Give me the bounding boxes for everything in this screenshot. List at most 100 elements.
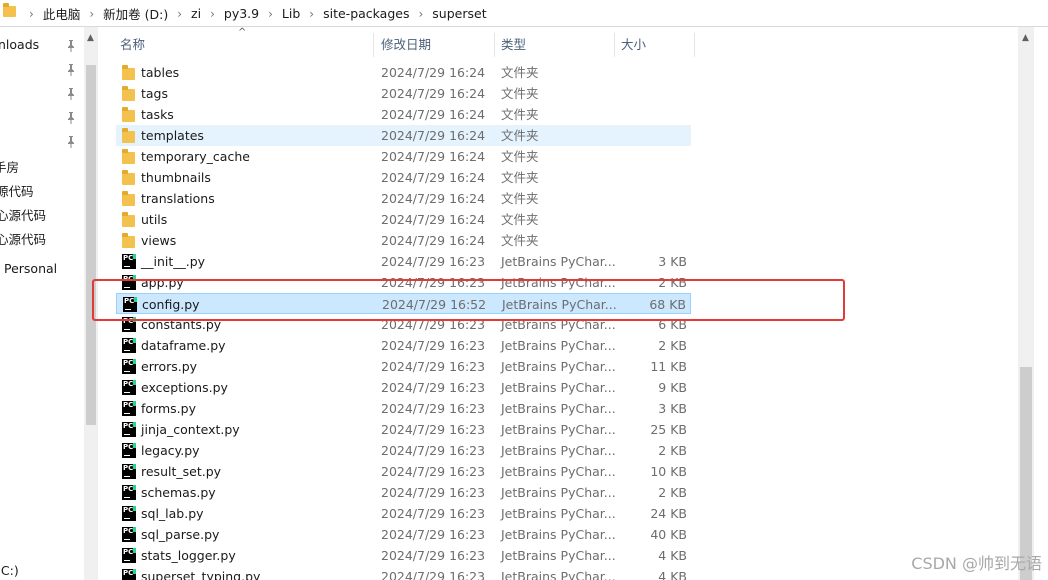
file-type: JetBrains PyChar...: [501, 254, 616, 269]
breadcrumb-item[interactable]: zi: [191, 6, 201, 21]
file-date-modified: 2024/7/29 16:23: [381, 548, 486, 563]
file-name: schemas.py: [141, 485, 216, 500]
file-row[interactable]: __init__.py 2024/7/29 16:23 JetBrains PyCh…: [116, 251, 691, 272]
file-row[interactable]: legacy.py 2024/7/29 16:23 JetBrains PyChar…: [116, 440, 691, 461]
file-row[interactable]: stats_logger.py 2024/7/29 16:23 JetBrains …: [116, 545, 691, 566]
breadcrumb-item[interactable]: Lib: [282, 6, 300, 21]
chevron-right-icon[interactable]: ›: [309, 7, 314, 21]
nav-item[interactable]: Personal: [4, 261, 57, 276]
file-size: 40 KB: [650, 527, 687, 542]
folder-row[interactable]: thumbnails 2024/7/29 16:24 文件夹: [116, 167, 691, 188]
nav-item[interactable]: 心源代码: [0, 229, 46, 248]
file-name: superset_typing.py: [141, 569, 261, 580]
file-size: 24 KB: [650, 506, 687, 521]
file-name: tags: [141, 86, 169, 101]
file-type: JetBrains PyChar...: [501, 359, 616, 374]
breadcrumb-item[interactable]: site-packages: [323, 6, 409, 21]
file-name: temporary_cache: [141, 149, 250, 164]
file-type: 文件夹: [501, 212, 539, 227]
file-name: dataframe.py: [141, 338, 226, 353]
file-row[interactable]: constants.py 2024/7/29 16:23 JetBrains PyC…: [116, 314, 691, 335]
column-divider[interactable]: [614, 33, 615, 57]
file-date-modified: 2024/7/29 16:24: [381, 107, 486, 122]
file-row[interactable]: schemas.py 2024/7/29 16:23 JetBrains PyCha…: [116, 482, 691, 503]
column-divider[interactable]: [373, 33, 374, 57]
file-date-modified: 2024/7/29 16:23: [381, 464, 486, 479]
file-row[interactable]: errors.py 2024/7/29 16:23 JetBrains PyChar…: [116, 356, 691, 377]
folder-icon: [122, 65, 135, 80]
chevron-right-icon[interactable]: ›: [89, 7, 94, 21]
file-row[interactable]: jinja_context.py 2024/7/29 16:23 JetBrains…: [116, 419, 691, 440]
scroll-up-arrow-icon[interactable]: ▲: [87, 33, 94, 43]
file-row[interactable]: superset_typing.py 2024/7/29 16:23 JetBrai…: [116, 566, 691, 580]
folder-icon: [3, 3, 16, 17]
chevron-right-icon[interactable]: ›: [29, 7, 34, 21]
file-row[interactable]: dataframe.py 2024/7/29 16:23 JetBrains PyC…: [116, 335, 691, 356]
column-date-header[interactable]: 修改日期: [381, 27, 431, 59]
nav-scrollbar[interactable]: ▲: [84, 27, 98, 580]
file-type: 文件夹: [501, 149, 539, 164]
nav-item[interactable]: 源代码: [0, 181, 34, 200]
file-row[interactable]: sql_lab.py 2024/7/29 16:23 JetBrains PyCha…: [116, 503, 691, 524]
nav-item[interactable]: 心源代码: [0, 205, 46, 224]
file-row[interactable]: forms.py 2024/7/29 16:23 JetBrains PyChar.…: [116, 398, 691, 419]
file-name: jinja_context.py: [141, 422, 240, 437]
pin-icon[interactable]: [66, 88, 76, 100]
nav-scrollbar-thumb[interactable]: [86, 65, 96, 425]
chevron-right-icon[interactable]: ›: [418, 7, 423, 21]
folder-row[interactable]: utils 2024/7/29 16:24 文件夹: [116, 209, 691, 230]
file-name: exceptions.py: [141, 380, 228, 395]
pin-icon[interactable]: [66, 64, 76, 76]
file-size: 4 KB: [658, 569, 687, 580]
scroll-up-arrow-icon[interactable]: ▲: [1022, 33, 1029, 43]
breadcrumb-item[interactable]: superset: [432, 6, 486, 21]
folder-row[interactable]: translations 2024/7/29 16:24 文件夹: [116, 188, 691, 209]
column-divider[interactable]: [494, 33, 495, 57]
folder-row[interactable]: tables 2024/7/29 16:24 文件夹: [116, 62, 691, 83]
file-date-modified: 2024/7/29 16:52: [382, 297, 487, 312]
breadcrumb-item[interactable]: 此电脑: [43, 4, 81, 23]
column-size-header[interactable]: 大小: [621, 27, 646, 59]
folder-row[interactable]: templates 2024/7/29 16:24 文件夹: [116, 125, 691, 146]
folder-icon: [122, 149, 135, 164]
file-list-scrollbar-thumb[interactable]: [1020, 367, 1032, 580]
file-size: 3 KB: [658, 254, 687, 269]
file-list: tables 2024/7/29 16:24 文件夹 tags 2024/7/29 16…: [98, 62, 1018, 580]
chevron-right-icon[interactable]: ›: [210, 7, 215, 21]
file-date-modified: 2024/7/29 16:23: [381, 380, 486, 395]
breadcrumb-item[interactable]: py3.9: [224, 6, 259, 21]
pin-icon[interactable]: [66, 40, 76, 52]
file-list-scrollbar[interactable]: ▲: [1018, 27, 1034, 580]
file-size: 3 KB: [658, 401, 687, 416]
nav-item[interactable]: nloads: [0, 37, 39, 52]
file-date-modified: 2024/7/29 16:24: [381, 191, 486, 206]
file-type: JetBrains PyChar...: [501, 485, 616, 500]
file-type: JetBrains PyChar...: [501, 506, 616, 521]
file-row[interactable]: app.py 2024/7/29 16:23 JetBrains PyChar...…: [116, 272, 691, 293]
file-row[interactable]: sql_parse.py 2024/7/29 16:23 JetBrains PyC…: [116, 524, 691, 545]
pin-icon[interactable]: [66, 136, 76, 148]
file-row[interactable]: config.py 2024/7/29 16:52 JetBrains PyChar…: [116, 293, 691, 314]
folder-icon: [122, 233, 135, 248]
folder-row[interactable]: tasks 2024/7/29 16:24 文件夹: [116, 104, 691, 125]
column-divider[interactable]: [694, 33, 695, 57]
file-row[interactable]: exceptions.py 2024/7/29 16:23 JetBrains Py…: [116, 377, 691, 398]
file-date-modified: 2024/7/29 16:23: [381, 275, 486, 290]
pin-icon[interactable]: [66, 112, 76, 124]
folder-row[interactable]: tags 2024/7/29 16:24 文件夹: [116, 83, 691, 104]
folder-row[interactable]: temporary_cache 2024/7/29 16:24 文件夹: [116, 146, 691, 167]
breadcrumb-item[interactable]: 新加卷 (D:): [103, 4, 168, 23]
address-bar[interactable]: › 此电脑 › 新加卷 (D:) › zi › py3.9 › Lib › site-packages…: [0, 0, 1048, 27]
file-date-modified: 2024/7/29 16:23: [381, 527, 486, 542]
nav-item[interactable]: (C:): [0, 563, 19, 578]
file-type: JetBrains PyChar...: [501, 275, 616, 290]
column-name-header[interactable]: 名称: [120, 27, 145, 59]
chevron-right-icon[interactable]: ›: [177, 7, 182, 21]
column-type-header[interactable]: 类型: [501, 27, 526, 59]
chevron-right-icon[interactable]: ›: [268, 7, 273, 21]
file-date-modified: 2024/7/29 16:23: [381, 569, 486, 580]
folder-icon: [122, 191, 135, 206]
nav-item[interactable]: 手房: [0, 157, 19, 176]
folder-row[interactable]: views 2024/7/29 16:24 文件夹: [116, 230, 691, 251]
file-row[interactable]: result_set.py 2024/7/29 16:23 JetBrains Py…: [116, 461, 691, 482]
